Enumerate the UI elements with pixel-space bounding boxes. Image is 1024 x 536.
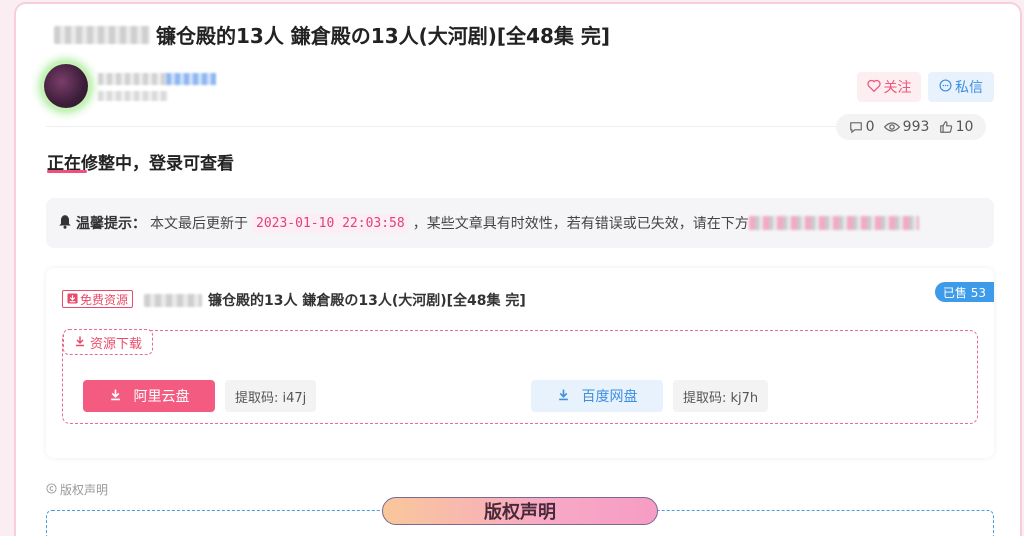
resource-card: 免费资源 镰仓殿的13人 鎌倉殿の13人(大河剧)[全48集 完] 已售 53 … [46,268,994,458]
comment-count[interactable]: 0 [849,119,875,135]
download-icon [109,388,122,404]
update-tip: 温馨提示： 本文最后更新于 2023-01-10 22:03:58 ，某些文章具… [46,198,994,248]
tip-prefix: 本文最后更新于 [150,216,248,232]
view-count: 993 [883,119,929,135]
like-count[interactable]: 10 [939,119,973,135]
tip-label: 温馨提示： [76,216,146,232]
post-title: 镰仓殿的13人 鎌倉殿の13人(大河剧)[全48集 完] [54,20,610,49]
tip-redacted [748,216,919,230]
download-icon [67,292,78,306]
copyright-label: 版权声明 [46,481,108,498]
notice-underline [47,170,87,173]
follow-button[interactable]: 关注 [857,72,921,102]
bell-icon [58,214,72,232]
download-icon [557,388,570,404]
download-icon [74,335,86,350]
copyright-heading: 版权声明 [382,497,658,525]
download-label: 资源下载 [63,329,154,355]
author-name[interactable] [98,70,218,85]
aliyun-extract-code: 提取码: i47j [225,380,317,412]
heart-icon [866,79,881,95]
copyright-icon [46,483,57,496]
message-icon [939,79,952,95]
download-box: 资源下载 阿里云盘 提取码: i47j 百度网盘 提取码: kj7h [62,329,978,424]
free-resource-badge: 免费资源 [62,290,134,308]
author-meta [98,91,168,101]
sold-count-badge: 已售 53 [934,282,994,302]
aliyun-download-button[interactable]: 阿里云盘 [83,380,215,412]
tip-date: 2023-01-10 22:03:58 [252,213,409,233]
resource-title-redacted [144,293,202,307]
title-prefix-redacted [54,25,150,44]
eye-icon [883,121,900,133]
tip-suffix: ，某些文章具有时效性，若有错误或已失效，请在下方 [412,216,749,232]
message-label: 私信 [955,80,983,96]
message-button[interactable]: 私信 [928,72,994,102]
post-title-text: 镰仓殿的13人 鎌倉殿の13人(大河剧)[全48集 完] [156,24,610,48]
post-stats: 0 993 10 [836,114,986,140]
resource-title: 镰仓殿的13人 鎌倉殿の13人(大河剧)[全48集 完] [144,290,526,310]
follow-label: 关注 [883,80,912,96]
comment-icon [849,121,863,134]
header-divider [46,126,836,127]
avatar[interactable] [44,64,88,108]
baidu-download-button[interactable]: 百度网盘 [531,380,663,412]
baidu-extract-code: 提取码: kj7h [673,380,769,412]
thumb-up-icon [939,120,953,134]
